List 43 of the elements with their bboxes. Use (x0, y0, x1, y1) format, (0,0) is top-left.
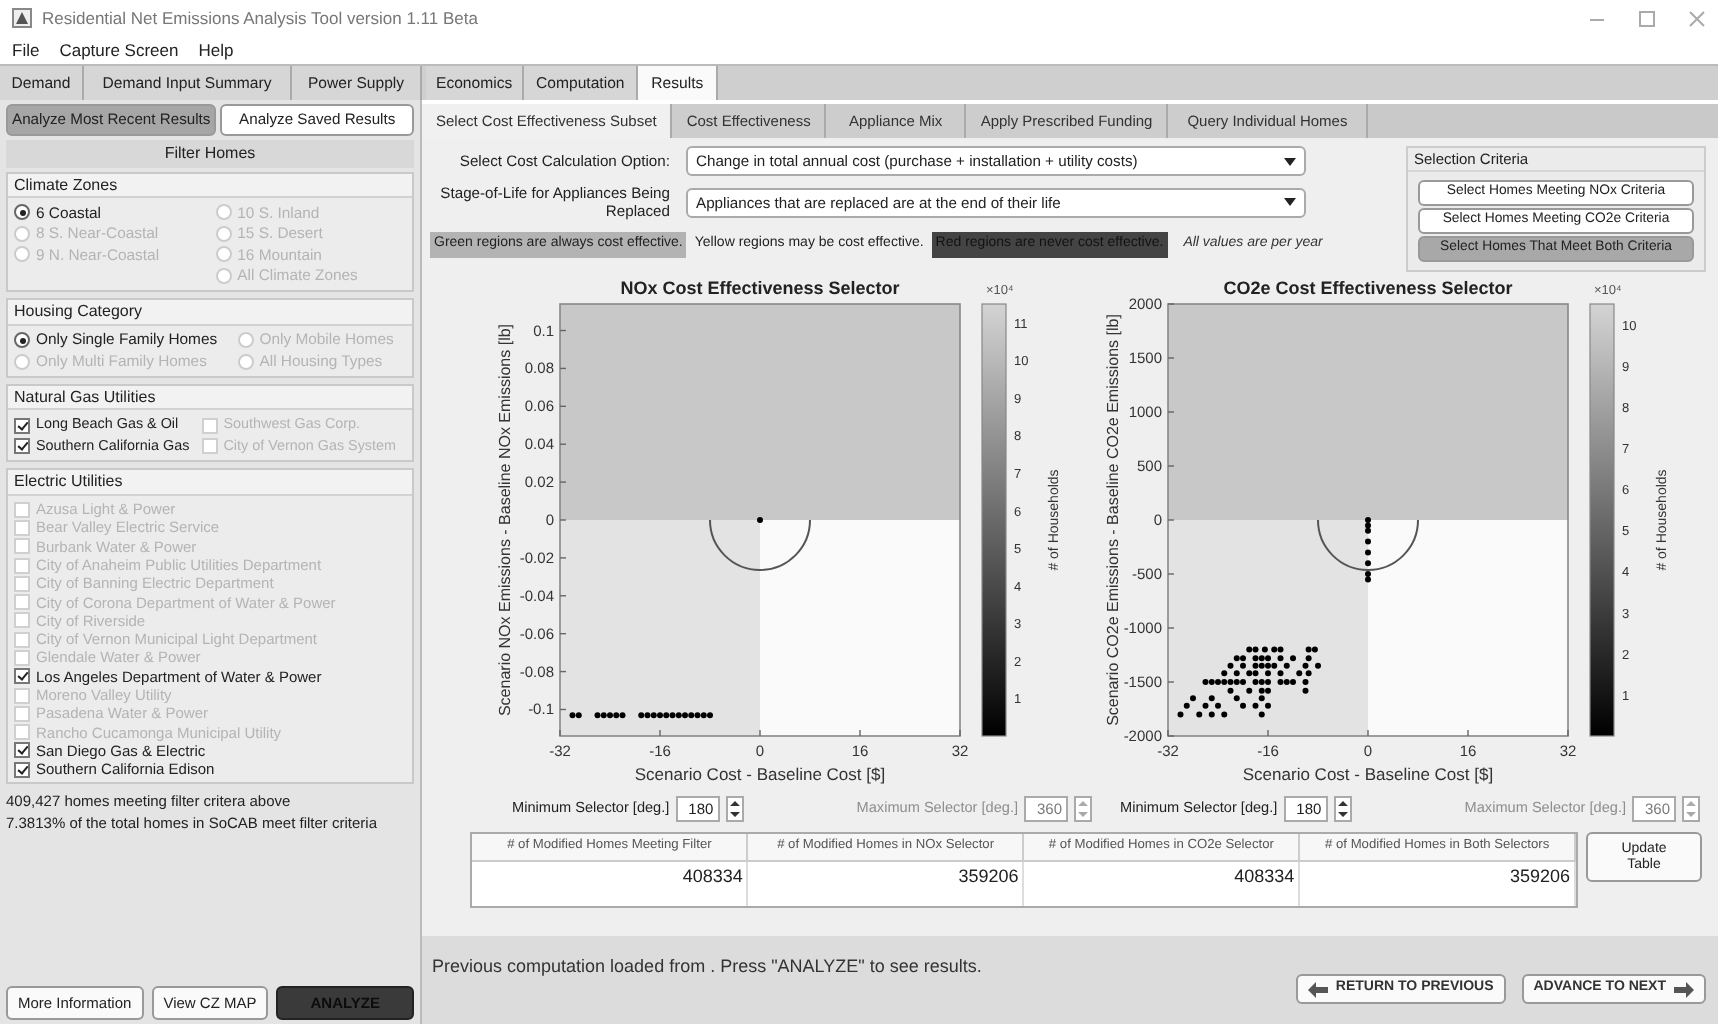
spinner-arrows-icon[interactable] (1333, 795, 1352, 821)
maximize-icon[interactable] (1638, 9, 1656, 27)
radio-button[interactable] (14, 332, 30, 349)
checkbox[interactable] (14, 761, 30, 778)
app-icon (12, 8, 32, 28)
spinner-arrows-icon[interactable] (725, 795, 744, 821)
table-cell: 359206 (747, 860, 1024, 892)
checkbox[interactable] (14, 417, 30, 434)
menu-item[interactable]: Capture Screen (59, 39, 179, 61)
x-axis-label: Scenario Cost - Baseline Cost [$] (1242, 764, 1494, 784)
data-point (1315, 662, 1321, 669)
selector-arc (709, 519, 811, 571)
left-arrow-icon (1307, 981, 1328, 997)
close-icon[interactable] (1688, 9, 1706, 27)
caret-icon (1284, 157, 1296, 165)
x-axis-label: Scenario Cost - Baseline Cost [$] (634, 764, 886, 784)
data-point (1365, 549, 1371, 556)
group-title: Climate Zones (8, 173, 412, 199)
y-axis-label: Scenario NOx Emissions - Baseline NOx Emissions [lb] (496, 323, 514, 717)
checkbox[interactable] (14, 438, 30, 455)
table-cell: 408334 (472, 860, 748, 892)
data-point (1365, 560, 1371, 567)
right-arrow-icon (1674, 981, 1694, 997)
table-cell: 359206 (1299, 860, 1575, 892)
group-title: Electric Utilities (8, 470, 412, 496)
checkbox[interactable] (14, 742, 30, 759)
checkbox[interactable] (14, 668, 30, 685)
y-axis-label: Scenario CO2e Emissions - Baseline CO2e Emissions [lb] (1104, 314, 1122, 726)
radio-button[interactable] (14, 204, 30, 221)
caret-icon (1284, 198, 1296, 207)
chart-title: CO2e Cost Effectiveness Selector (1223, 278, 1513, 298)
menu-item[interactable]: Help (198, 39, 234, 61)
group-title: Natural Gas Utilities (8, 385, 412, 411)
table-cell: 408334 (1023, 860, 1300, 892)
menu-item[interactable]: File (12, 39, 40, 61)
data-point (1365, 538, 1371, 545)
group-title: Housing Category (8, 300, 412, 326)
status-text: Previous computation loaded from . Press "ANALYZE" to see results. (432, 954, 982, 980)
chart-title: NOx Cost Effectiveness Selector (620, 278, 900, 298)
window-title: Residential Net Emissions Analysis Tool version 1.11 Beta (42, 7, 478, 29)
selector-arc (1317, 519, 1419, 571)
data-point (757, 517, 763, 523)
section-header: Filter Homes (6, 140, 414, 168)
